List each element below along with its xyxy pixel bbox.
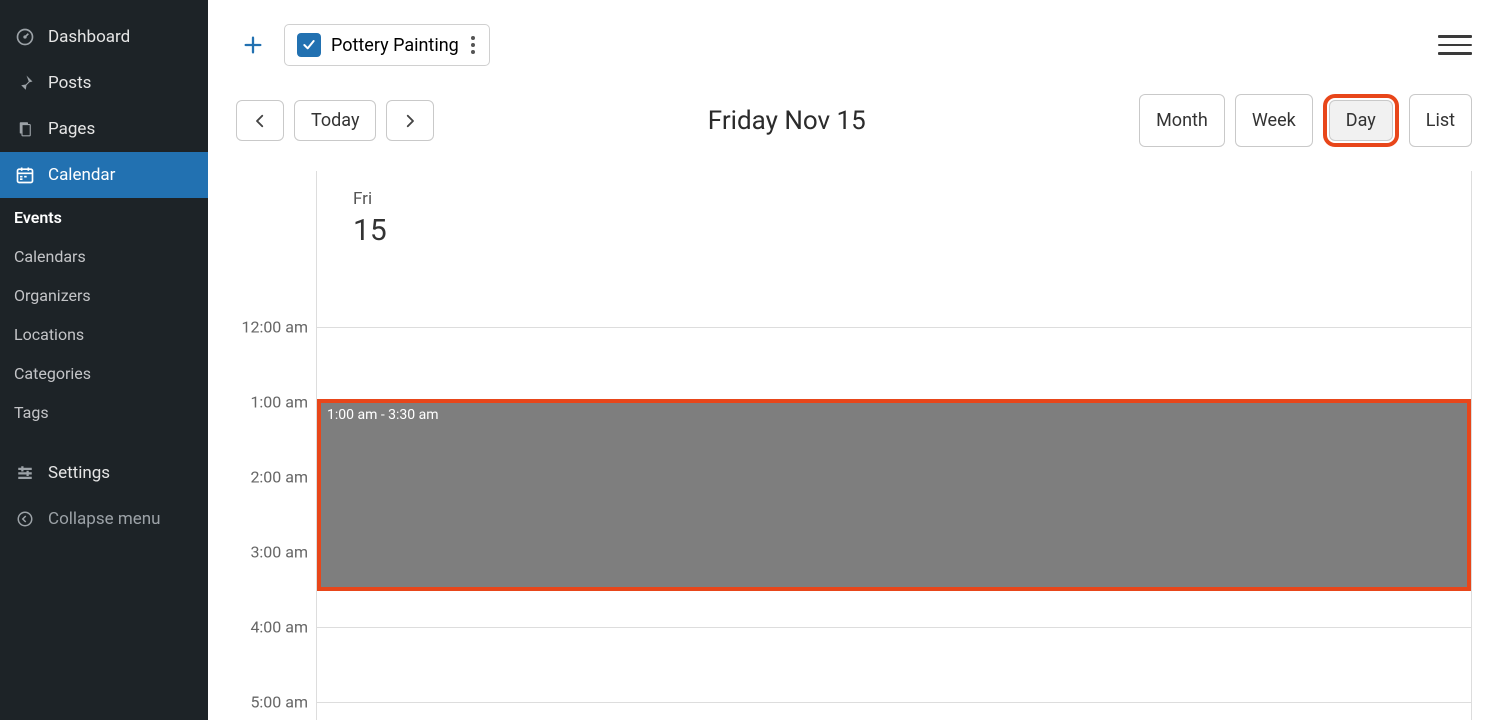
- pin-icon: [14, 72, 36, 94]
- hour-label: 12:00 am: [241, 318, 308, 337]
- collapse-icon: [14, 508, 36, 530]
- sidebar-sub-organizers[interactable]: Organizers: [0, 276, 208, 315]
- time-selection-block[interactable]: 1:00 am - 3:30 am: [317, 399, 1471, 591]
- view-list-button[interactable]: List: [1409, 94, 1472, 147]
- sidebar-item-label: Calendar: [48, 165, 194, 185]
- checkbox-checked-icon[interactable]: [297, 33, 321, 57]
- sidebar-sub-locations[interactable]: Locations: [0, 315, 208, 354]
- sidebar-item-label: Collapse menu: [48, 509, 194, 529]
- sidebar-sub-events[interactable]: Events: [0, 198, 208, 237]
- calendar-filter-chip[interactable]: Pottery Painting: [284, 24, 490, 66]
- sidebar-item-settings[interactable]: Settings: [0, 450, 208, 496]
- sidebar-item-dashboard[interactable]: Dashboard: [0, 14, 208, 60]
- main-content: Pottery Painting Today Friday Nov 15 Mon…: [208, 0, 1500, 720]
- view-day-button[interactable]: Day: [1329, 100, 1393, 141]
- annotation-highlight: Day: [1323, 94, 1399, 147]
- selection-time-label: 1:00 am - 3:30 am: [327, 407, 439, 423]
- day-header: Fri 15: [353, 189, 387, 248]
- hour-label: 3:00 am: [250, 543, 308, 562]
- current-date-title: Friday Nov 15: [434, 106, 1139, 136]
- view-week-button[interactable]: Week: [1235, 94, 1313, 147]
- sidebar-item-label: Settings: [48, 463, 194, 483]
- calendar-icon: [14, 164, 36, 186]
- sidebar-item-collapse[interactable]: Collapse menu: [0, 496, 208, 542]
- day-number: 15: [353, 213, 387, 248]
- sidebar-sub-categories[interactable]: Categories: [0, 354, 208, 393]
- today-button[interactable]: Today: [294, 100, 376, 141]
- hour-label: 2:00 am: [250, 468, 308, 487]
- dashboard-icon: [14, 26, 36, 48]
- sidebar-item-posts[interactable]: Posts: [0, 60, 208, 106]
- calendar-nav: Today Friday Nov 15 Month Week Day List: [236, 94, 1472, 147]
- sidebar-item-calendar[interactable]: Calendar: [0, 152, 208, 198]
- sidebar-item-label: Dashboard: [48, 27, 194, 47]
- hour-label: 4:00 am: [250, 618, 308, 637]
- sidebar-item-pages[interactable]: Pages: [0, 106, 208, 152]
- day-of-week: Fri: [353, 189, 387, 209]
- time-gutter: 12:00 am 1:00 am 2:00 am 3:00 am 4:00 am…: [236, 171, 316, 720]
- hour-divider: [317, 702, 1471, 703]
- kebab-menu-icon[interactable]: [469, 36, 477, 54]
- hour-label: 1:00 am: [250, 393, 308, 412]
- calendar-toolbar: Pottery Painting: [236, 24, 1472, 66]
- admin-sidebar: Dashboard Posts Pages Calendar Events Ca…: [0, 0, 208, 720]
- add-calendar-button[interactable]: [236, 28, 270, 62]
- hour-label: 5:00 am: [250, 693, 308, 712]
- hour-divider: [317, 327, 1471, 328]
- hour-divider: [317, 627, 1471, 628]
- day-grid: 12:00 am 1:00 am 2:00 am 3:00 am 4:00 am…: [236, 171, 1472, 720]
- next-button[interactable]: [386, 100, 434, 141]
- sidebar-item-label: Posts: [48, 73, 194, 93]
- sidebar-sub-tags[interactable]: Tags: [0, 393, 208, 432]
- sidebar-item-label: Pages: [48, 119, 194, 139]
- sidebar-sub-calendars[interactable]: Calendars: [0, 237, 208, 276]
- menu-toggle-button[interactable]: [1438, 28, 1472, 62]
- settings-icon: [14, 462, 36, 484]
- view-month-button[interactable]: Month: [1139, 94, 1225, 147]
- pages-icon: [14, 118, 36, 140]
- day-column[interactable]: Fri 15 1:00 am - 3:30 am: [316, 171, 1472, 720]
- calendar-chip-label: Pottery Painting: [331, 35, 459, 56]
- prev-button[interactable]: [236, 100, 284, 141]
